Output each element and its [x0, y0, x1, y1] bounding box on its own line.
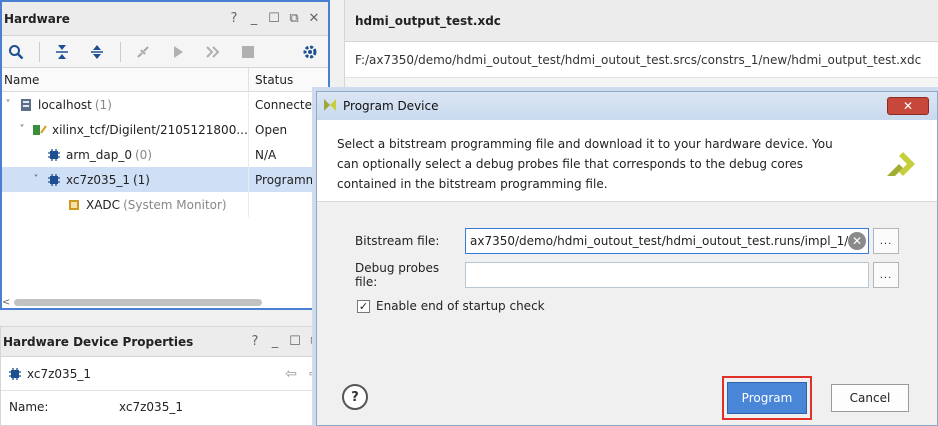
- tree-row-arm-dap[interactable]: arm_dap_0 (0) N/A: [2, 142, 328, 167]
- server-icon: [18, 97, 34, 113]
- hardware-toolbar: [2, 36, 328, 68]
- toolbar-divider: [120, 41, 121, 62]
- hardware-panel-title: Hardware: [4, 11, 70, 26]
- expand-all-icon[interactable]: [85, 40, 109, 64]
- chip-icon: [46, 172, 62, 188]
- tree-item-count: (1): [94, 97, 112, 112]
- help-icon[interactable]: ?: [245, 334, 265, 349]
- toolbar-divider: [39, 41, 40, 62]
- vivado-logo-icon: [323, 98, 337, 115]
- search-icon[interactable]: [4, 40, 28, 64]
- tree-item-label: localhost: [38, 97, 92, 112]
- chip-icon: [46, 147, 62, 163]
- tree-item-label: xilinx_tcf/Digilent/2105121800...: [52, 122, 248, 137]
- jtag-cable-icon: [32, 122, 48, 138]
- selected-device-name: xc7z035_1: [27, 366, 91, 381]
- tree-header: Name Status: [2, 68, 328, 92]
- stop-icon[interactable]: [236, 40, 260, 64]
- tree-item-label: arm_dap_0: [66, 147, 132, 162]
- collapse-all-icon[interactable]: [50, 40, 74, 64]
- run-icon[interactable]: [166, 40, 190, 64]
- bitstream-label: Bitstream file:: [355, 234, 440, 248]
- hardware-window-controls: ? _ ☐ ⧉ ✕: [224, 11, 324, 26]
- dialog-title: Program Device: [343, 99, 439, 113]
- tree-item-count: (1): [132, 172, 150, 187]
- fast-forward-icon[interactable]: [201, 40, 225, 64]
- chip-icon: [7, 366, 23, 382]
- startup-check-label[interactable]: Enable end of startup check: [376, 299, 545, 313]
- properties-panel-title: Hardware Device Properties: [3, 334, 194, 349]
- minimize-icon[interactable]: _: [265, 334, 285, 349]
- horizontal-scrollbar[interactable]: <: [2, 296, 328, 308]
- properties-window-controls: ? _ ☐ ⧉: [245, 334, 325, 349]
- chevron-down-icon[interactable]: ˅: [16, 124, 28, 135]
- tree-item-label: XADC: [86, 197, 121, 212]
- dialog-description-area: Select a bitstream programming file and …: [317, 120, 937, 202]
- scroll-left-icon[interactable]: <: [2, 297, 10, 308]
- maximize-icon[interactable]: ☐: [285, 334, 305, 349]
- property-key: Name:: [9, 400, 49, 414]
- editor-file-path: F:/ax7350/demo/hdmi_outout_test/hdmi_out…: [345, 42, 938, 78]
- tree-item-count: (0): [135, 147, 152, 162]
- bitstream-file-input[interactable]: ax7350/demo/hdmi_outout_test/hdmi_outout…: [465, 228, 869, 254]
- property-value: xc7z035_1: [119, 400, 183, 414]
- hardware-panel: Hardware ? _ ☐ ⧉ ✕ Name Status ˅ localho…: [0, 0, 330, 310]
- chevron-down-icon[interactable]: ˅: [2, 99, 14, 110]
- bitstream-browse-button[interactable]: ...: [873, 228, 899, 254]
- editor-tab[interactable]: hdmi_output_test.xdc: [345, 0, 938, 42]
- debug-probes-file-input[interactable]: [465, 262, 869, 288]
- help-button[interactable]: ?: [342, 384, 368, 410]
- properties-toolbar: xc7z035_1 ⇦ ⇨: [1, 357, 329, 391]
- device-properties-panel: Hardware Device Properties ? _ ☐ ⧉ xc7z0…: [0, 326, 330, 426]
- clear-icon[interactable]: ✕: [848, 232, 866, 250]
- minimize-icon[interactable]: _: [244, 11, 264, 26]
- dialog-close-button[interactable]: ✕: [887, 97, 929, 115]
- column-header-status[interactable]: Status: [248, 68, 328, 91]
- editor-toolbar: [345, 78, 938, 92]
- back-arrow-icon[interactable]: ⇦: [281, 366, 301, 382]
- disconnect-icon[interactable]: [131, 40, 155, 64]
- column-header-name[interactable]: Name: [2, 73, 248, 87]
- gear-icon[interactable]: [298, 40, 322, 64]
- debug-probes-browse-button[interactable]: ...: [873, 262, 899, 288]
- debug-probes-label: Debug probes file:: [355, 261, 440, 289]
- startup-check-checkbox[interactable]: ✓: [357, 299, 370, 313]
- scrollbar-thumb[interactable]: [14, 298, 262, 306]
- tree-row-xadc[interactable]: XADC (System Monitor): [2, 192, 328, 217]
- tree-row-localhost[interactable]: ˅ localhost (1) Connected: [2, 92, 328, 117]
- chevron-down-icon[interactable]: ˅: [30, 174, 42, 185]
- properties-panel-header: Hardware Device Properties ? _ ☐ ⧉: [1, 327, 329, 357]
- program-button[interactable]: Program: [727, 382, 807, 414]
- cancel-button[interactable]: Cancel: [831, 384, 909, 412]
- vivado-logo-icon: [885, 148, 917, 186]
- startup-check-row[interactable]: ✓ Enable end of startup check: [357, 299, 545, 313]
- bitstream-row: Bitstream file: ax7350/demo/hdmi_outout_…: [355, 228, 899, 254]
- dialog-description: Select a bitstream programming file and …: [337, 137, 833, 191]
- tree-item-count: (System Monitor): [123, 197, 227, 212]
- bitstream-file-value[interactable]: ax7350/demo/hdmi_outout_test/hdmi_outout…: [470, 234, 848, 248]
- tree-item-label: xc7z035_1: [66, 172, 130, 187]
- hardware-panel-header: Hardware ? _ ☐ ⧉ ✕: [2, 2, 328, 36]
- property-row-name: Name: xc7z035_1: [1, 391, 329, 414]
- debug-probes-row: Debug probes file: ...: [355, 261, 899, 289]
- tree-row-jtag-target[interactable]: ˅ xilinx_tcf/Digilent/2105121800... Open: [2, 117, 328, 142]
- program-device-dialog: Program Device ✕ Select a bitstream prog…: [316, 91, 938, 426]
- close-icon[interactable]: ✕: [304, 11, 324, 26]
- float-icon[interactable]: ⧉: [284, 11, 304, 26]
- maximize-icon[interactable]: ☐: [264, 11, 284, 26]
- tree-row-xc7z035[interactable]: ˅ xc7z035_1 (1) Programme: [2, 167, 328, 192]
- help-icon[interactable]: ?: [224, 11, 244, 26]
- dialog-titlebar[interactable]: Program Device ✕: [317, 92, 937, 120]
- xadc-icon: [66, 197, 82, 213]
